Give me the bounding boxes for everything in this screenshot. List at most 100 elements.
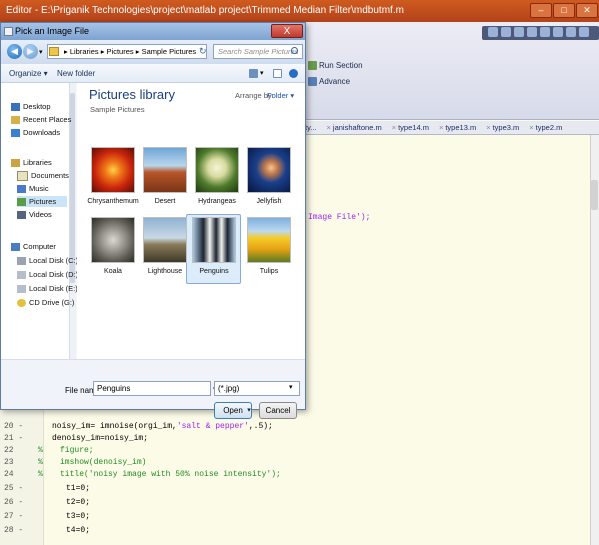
code-line: t3=0;: [66, 512, 91, 521]
tab-close-icon[interactable]: ×: [486, 123, 490, 132]
code-line: %: [38, 470, 43, 479]
search-input[interactable]: Search Sample Pictures: [213, 44, 303, 59]
code-line: figure;: [60, 446, 94, 455]
close-icon[interactable]: ✕: [576, 3, 598, 18]
line-number: 20 -: [4, 422, 24, 431]
nav-item-documents[interactable]: Documents: [17, 170, 69, 182]
help-icon[interactable]: [289, 69, 298, 78]
advance-icon: [308, 77, 317, 87]
cancel-button[interactable]: Cancel: [259, 402, 297, 419]
thumbnail-desert[interactable]: [143, 147, 187, 193]
tab-close-icon[interactable]: ×: [529, 123, 533, 132]
file-type-chevron-icon[interactable]: ▾: [289, 383, 293, 391]
nav-item-music[interactable]: Music: [17, 183, 49, 194]
organize-button[interactable]: Organize ▾: [9, 64, 48, 83]
nav-item-pictures[interactable]: Pictures: [17, 196, 67, 207]
address-bar[interactable]: ▸ Libraries ▸ Pictures ▸ Sample Pictures: [47, 44, 207, 59]
nav-item-computer[interactable]: Computer: [11, 241, 56, 252]
paste-icon[interactable]: [527, 27, 537, 37]
editor-tab[interactable]: × type3.m: [481, 121, 524, 134]
command-bar: Organize ▾ New folder ▾: [1, 64, 305, 83]
editor-tab[interactable]: × type2.m: [524, 121, 567, 134]
tab-close-icon[interactable]: ×: [327, 123, 331, 132]
library-title: Pictures library: [89, 87, 175, 102]
recent-locations-chevron-icon[interactable]: ▾: [39, 48, 43, 56]
file-name-label[interactable]: Koala: [85, 267, 141, 277]
file-name-label[interactable]: Tulips: [241, 267, 297, 277]
library-folder-icon: [49, 47, 59, 56]
tab-close-icon[interactable]: ×: [392, 123, 396, 132]
back-arrow-icon[interactable]: ◀: [7, 44, 22, 59]
line-number: 25 -: [4, 484, 24, 493]
videos-icon: [17, 211, 26, 220]
save-icon[interactable]: [488, 27, 498, 37]
editor-tab[interactable]: × type14.m: [387, 121, 434, 134]
downloads-icon: [11, 129, 20, 138]
code-line: title('noisy image with 50% noise intens…: [60, 470, 281, 479]
thumbnail-tulips[interactable]: [247, 217, 291, 263]
nav-item-libraries[interactable]: Libraries: [11, 157, 52, 168]
change-view-icon[interactable]: [249, 69, 258, 78]
minimize-icon[interactable]: –: [530, 3, 552, 18]
editor-tab[interactable]: × janishaftone.m: [322, 121, 387, 134]
nav-item-local-disk-c[interactable]: Local Disk (C:): [17, 255, 78, 266]
thumbnail-koala[interactable]: [91, 217, 135, 263]
help-icon[interactable]: [579, 27, 589, 37]
file-name-input[interactable]: Penguins: [93, 381, 211, 396]
nav-item-recent-places[interactable]: Recent Places: [11, 114, 71, 125]
forward-arrow-icon[interactable]: ▶: [23, 44, 38, 59]
nav-item-desktop[interactable]: Desktop: [11, 101, 51, 112]
undo-icon[interactable]: [540, 27, 550, 37]
switch-windows-icon[interactable]: [566, 27, 576, 37]
thumbnail-penguins[interactable]: [192, 217, 236, 263]
dialog-app-icon: [4, 27, 13, 36]
code-line: noisy_im= imnoise(orgi_im,'salt & pepper…: [52, 422, 273, 431]
new-folder-button[interactable]: New folder: [57, 64, 95, 83]
dialog-close-button[interactable]: X: [271, 24, 303, 38]
file-name-label[interactable]: Lighthouse: [137, 267, 193, 277]
nav-item-local-disk-d[interactable]: Local Disk (D:): [17, 269, 78, 280]
maximize-icon[interactable]: □: [553, 3, 575, 18]
run-section-button[interactable]: Run Section: [308, 59, 363, 73]
editor-scroll-thumb[interactable]: [591, 180, 598, 210]
file-name-label[interactable]: Desert: [137, 197, 193, 207]
line-number: 24: [4, 470, 14, 479]
nav-item-cd-drive-g[interactable]: CD Drive (G:): [17, 297, 74, 308]
open-options-chevron-icon[interactable]: ▾: [244, 402, 254, 419]
nav-item-videos[interactable]: Videos: [17, 209, 52, 220]
code-line: t4=0;: [66, 526, 91, 535]
thumbnail-chrysanthemum[interactable]: [91, 147, 135, 193]
nav-item-local-disk-e[interactable]: Local Disk (E:): [17, 283, 78, 294]
file-name-label[interactable]: Hydrangeas: [189, 197, 245, 207]
file-name-label[interactable]: Jellyfish: [241, 197, 297, 207]
navigation-bar: ◀ ▶ ▾ ▸ Libraries ▸ Pictures ▸ Sample Pi…: [1, 40, 305, 64]
computer-icon: [11, 243, 20, 252]
nav-item-downloads[interactable]: Downloads: [11, 127, 60, 138]
code-line: t1=0;: [66, 484, 91, 493]
file-name-label[interactable]: Chrysanthemum: [85, 197, 141, 207]
line-number: 21 -: [4, 434, 24, 443]
line-number: 23: [4, 458, 14, 467]
preview-pane-icon[interactable]: [273, 69, 282, 78]
arrange-by-dropdown[interactable]: Folder ▾: [267, 91, 294, 100]
pick-image-file-dialog: Pick an Image File X ◀ ▶ ▾ ▸ Libraries ▸…: [0, 22, 306, 419]
hard-drive-icon: [17, 285, 26, 294]
thumbnail-jellyfish[interactable]: [247, 147, 291, 193]
view-options-chevron-icon[interactable]: ▾: [260, 64, 264, 83]
file-name-label[interactable]: Penguins: [186, 267, 242, 277]
editor-tab[interactable]: × type13.m: [434, 121, 481, 134]
cut-icon[interactable]: [501, 27, 511, 37]
editor-tab-bar: ty... × janishaftone.m × type14.m × type13.m × t…: [300, 121, 599, 135]
code-line: %: [38, 458, 43, 467]
search-icon[interactable]: [291, 47, 298, 54]
redo-icon[interactable]: [553, 27, 563, 37]
code-line: %: [38, 446, 43, 455]
code-line: t2=0;: [66, 498, 91, 507]
refresh-icon[interactable]: ↻: [199, 45, 209, 58]
tab-close-icon[interactable]: ×: [439, 123, 443, 132]
advance-button[interactable]: Advance: [308, 75, 350, 89]
file-type-select[interactable]: (*.jpg): [214, 381, 300, 396]
copy-icon[interactable]: [514, 27, 524, 37]
thumbnail-hydrangeas[interactable]: [195, 147, 239, 193]
thumbnail-lighthouse[interactable]: [143, 217, 187, 263]
